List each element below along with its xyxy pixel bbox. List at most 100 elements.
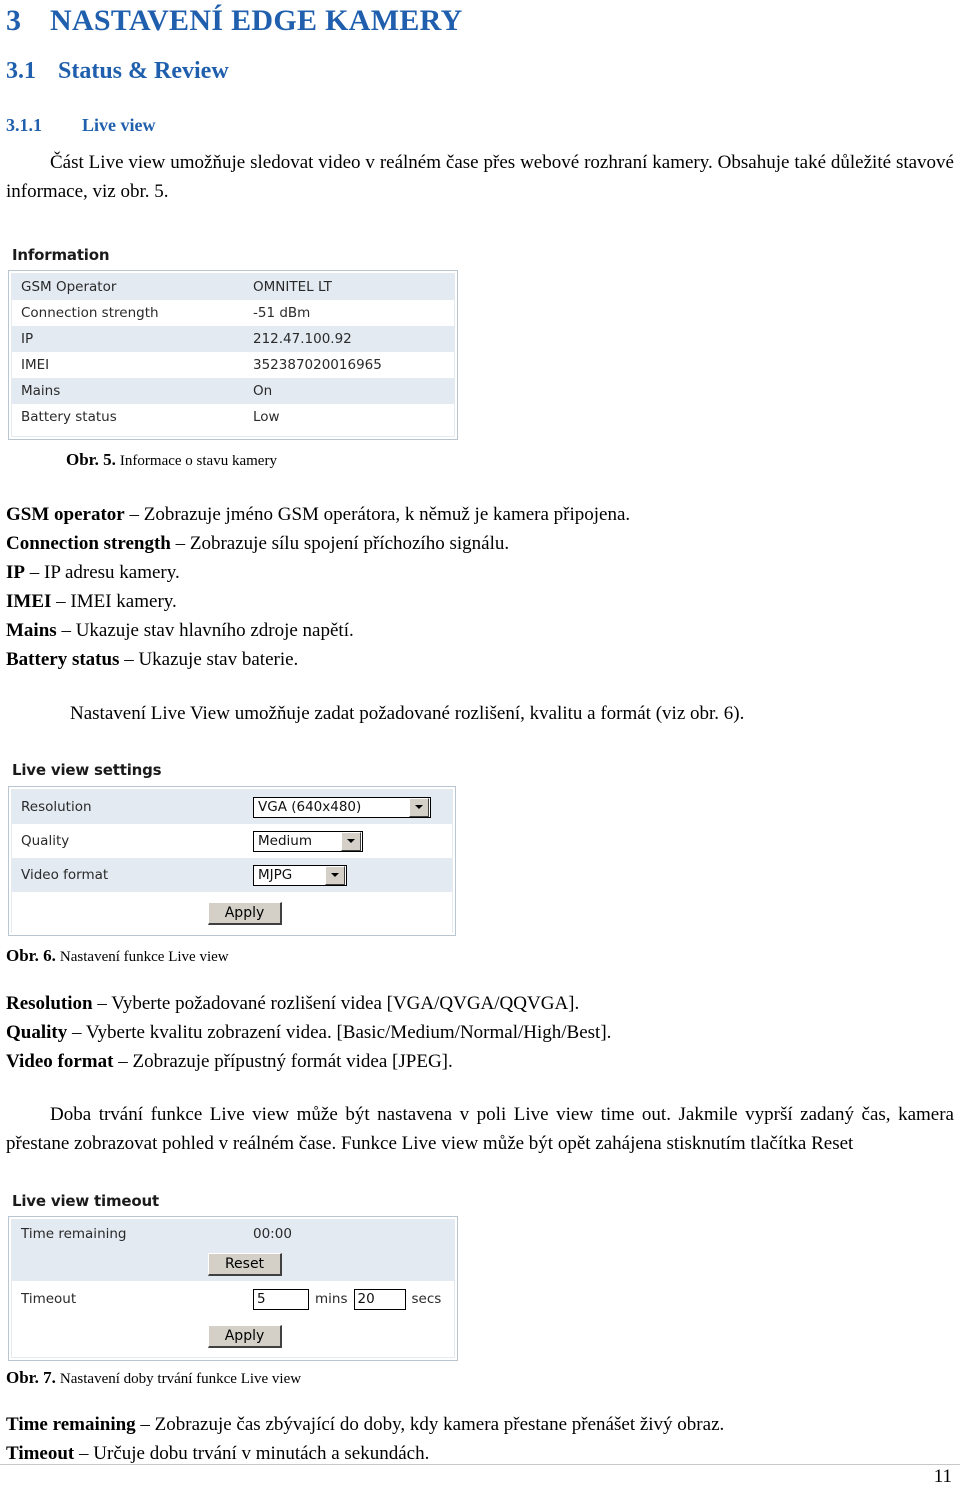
settings-row-video-format: Video format MJPG bbox=[12, 858, 452, 892]
heading-3-number: 3.1.1 bbox=[6, 115, 42, 135]
definition-term: Battery status bbox=[6, 649, 120, 670]
live-view-settings-panel-inner: Resolution VGA (640x480) Quality Medium … bbox=[11, 789, 453, 934]
table-row: IP 212.47.100.92 bbox=[12, 326, 454, 352]
apply-button[interactable]: Apply bbox=[208, 1324, 282, 1348]
footer-divider bbox=[0, 1464, 960, 1465]
chevron-down-icon[interactable] bbox=[409, 797, 429, 817]
seconds-unit-label: secs bbox=[411, 1291, 442, 1307]
paragraph-live-view-settings: Nastavení Live View umožňuje zadat požad… bbox=[70, 703, 745, 724]
timeout-row-time-remaining: Time remaining 00:00 bbox=[12, 1220, 454, 1248]
row-label: Mains bbox=[21, 383, 61, 399]
definition-item: Connection strength – Zobrazuje sílu spo… bbox=[6, 529, 954, 558]
definition-item: Mains – Ukazuje stav hlavního zdroje nap… bbox=[6, 616, 954, 645]
definition-list-timeout: Time remaining – Zobrazuje čas zbývající… bbox=[6, 1410, 954, 1468]
heading-1-number: 3 bbox=[6, 4, 22, 37]
caption-text: Nastavení funkce Live view bbox=[59, 949, 229, 965]
table-row: GSM Operator OMNITEL LT bbox=[12, 274, 454, 300]
row-label-quality: Quality bbox=[21, 833, 70, 849]
definition-term: Mains bbox=[6, 620, 57, 641]
section-heading-3: 3.1.1 Live view bbox=[6, 115, 156, 136]
information-panel: GSM Operator OMNITEL LT Connection stren… bbox=[8, 270, 458, 440]
row-label: Connection strength bbox=[21, 305, 159, 321]
definition-desc: – Ukazuje stav baterie. bbox=[119, 649, 299, 670]
definition-item: Quality – Vyberte kvalitu zobrazení vide… bbox=[6, 1018, 954, 1047]
row-label: GSM Operator bbox=[21, 279, 117, 295]
row-value: -51 dBm bbox=[253, 305, 311, 321]
live-view-timeout-panel-inner: Time remaining 00:00 Reset Timeout 5 min… bbox=[11, 1219, 455, 1358]
page-number: 11 bbox=[933, 1466, 952, 1487]
settings-row-quality: Quality Medium bbox=[12, 824, 452, 858]
definition-item: IP – IP adresu kamery. bbox=[6, 558, 954, 587]
row-value: Low bbox=[253, 409, 280, 425]
quality-selected-value: Medium bbox=[258, 832, 312, 849]
definition-term: IMEI bbox=[6, 591, 52, 612]
definition-term: Timeout bbox=[6, 1443, 75, 1464]
definition-desc: – Ukazuje stav hlavního zdroje napětí. bbox=[56, 620, 354, 641]
definition-item: Resolution – Vyberte požadované rozlišen… bbox=[6, 989, 954, 1018]
heading-3-text: Live view bbox=[82, 115, 156, 135]
page-title-heading-1: 3 NASTAVENÍ EDGE KAMERY bbox=[6, 4, 463, 38]
video-format-selected-value: MJPG bbox=[258, 866, 293, 883]
timeout-row-reset-action: Reset bbox=[12, 1248, 454, 1281]
timeout-seconds-input[interactable]: 20 bbox=[353, 1288, 406, 1310]
row-value: On bbox=[253, 383, 273, 399]
definition-desc: – Vyberte požadované rozlišení videa [VG… bbox=[92, 993, 580, 1014]
caption-label: Obr. 5. bbox=[66, 450, 116, 469]
table-row: Connection strength -51 dBm bbox=[12, 300, 454, 326]
quality-dropdown[interactable]: Medium bbox=[253, 830, 363, 852]
resolution-selected-value: VGA (640x480) bbox=[258, 798, 362, 815]
timeout-row-timeout: Timeout 5 mins 20 secs bbox=[12, 1281, 454, 1317]
live-view-settings-panel-title: Live view settings bbox=[12, 761, 162, 779]
definition-list-information: GSM operator – Zobrazuje jméno GSM operá… bbox=[6, 500, 954, 674]
definition-desc: – Vyberte kvalitu zobrazení videa. [Basi… bbox=[67, 1022, 612, 1043]
timeout-minutes-input[interactable]: 5 bbox=[253, 1288, 309, 1310]
row-label-time-remaining: Time remaining bbox=[21, 1226, 127, 1242]
row-value: 212.47.100.92 bbox=[253, 331, 352, 347]
information-panel-inner: GSM Operator OMNITEL LT Connection stren… bbox=[11, 273, 455, 437]
resolution-dropdown[interactable]: VGA (640x480) bbox=[253, 796, 431, 818]
video-format-dropdown[interactable]: MJPG bbox=[253, 864, 347, 886]
apply-button[interactable]: Apply bbox=[208, 901, 282, 925]
heading-1-text: NASTAVENÍ EDGE KAMERY bbox=[50, 4, 463, 37]
figure-caption-6: Obr. 6. Nastavení funkce Live view bbox=[6, 946, 229, 966]
definition-desc: – Zobrazuje sílu spojení příchozího sign… bbox=[170, 533, 510, 554]
chevron-down-icon[interactable] bbox=[341, 831, 361, 851]
row-label-video-format: Video format bbox=[21, 867, 109, 883]
row-label: IP bbox=[21, 331, 34, 347]
reset-button[interactable]: Reset bbox=[208, 1253, 282, 1276]
row-value: OMNITEL LT bbox=[253, 279, 332, 295]
caption-label: Obr. 7. bbox=[6, 1368, 56, 1387]
definition-desc: – Zobrazuje jméno GSM operátora, k němuž… bbox=[124, 504, 631, 525]
caption-text: Nastavení doby trvání funkce Live view bbox=[59, 1371, 302, 1387]
chevron-down-icon[interactable] bbox=[325, 865, 345, 885]
definition-term: Time remaining bbox=[6, 1414, 136, 1435]
definition-item: Battery status – Ukazuje stav baterie. bbox=[6, 645, 954, 674]
definition-item: GSM operator – Zobrazuje jméno GSM operá… bbox=[6, 500, 954, 529]
definition-desc: – IMEI kamery. bbox=[51, 591, 177, 612]
definition-desc: – Zobrazuje čas zbývající do doby, kdy k… bbox=[135, 1414, 725, 1435]
settings-row-actions: Apply bbox=[12, 892, 452, 934]
definition-term: Resolution bbox=[6, 993, 93, 1014]
definition-item: Time remaining – Zobrazuje čas zbývající… bbox=[6, 1410, 954, 1439]
definition-item: IMEI – IMEI kamery. bbox=[6, 587, 954, 616]
definition-desc: – Zobrazuje přípustný formát videa [JPEG… bbox=[113, 1051, 453, 1072]
definition-term: Connection strength bbox=[6, 533, 171, 554]
live-view-timeout-panel: Time remaining 00:00 Reset Timeout 5 min… bbox=[8, 1216, 458, 1361]
definition-desc: – Určuje dobu trvání v minutách a sekund… bbox=[74, 1443, 430, 1464]
minutes-unit-label: mins bbox=[315, 1291, 348, 1307]
definition-term: Quality bbox=[6, 1022, 68, 1043]
row-value: 352387020016965 bbox=[253, 357, 382, 373]
live-view-timeout-panel-title: Live view timeout bbox=[12, 1192, 159, 1210]
heading-2-text: Status & Review bbox=[58, 58, 229, 84]
paragraph-timeout: Doba trvání funkce Live view může být na… bbox=[6, 1104, 954, 1154]
definition-term: GSM operator bbox=[6, 504, 125, 525]
information-panel-title: Information bbox=[12, 246, 110, 264]
definition-term: Video format bbox=[6, 1051, 114, 1072]
intro-paragraph: Část Live view umožňuje sledovat video v… bbox=[6, 152, 954, 202]
table-row: IMEI 352387020016965 bbox=[12, 352, 454, 378]
figure-caption-5: Obr. 5. Informace o stavu kamery bbox=[66, 450, 277, 470]
definition-term: IP bbox=[6, 562, 25, 583]
definition-desc: – IP adresu kamery. bbox=[25, 562, 180, 583]
heading-2-number: 3.1 bbox=[6, 58, 36, 84]
caption-label: Obr. 6. bbox=[6, 946, 56, 965]
